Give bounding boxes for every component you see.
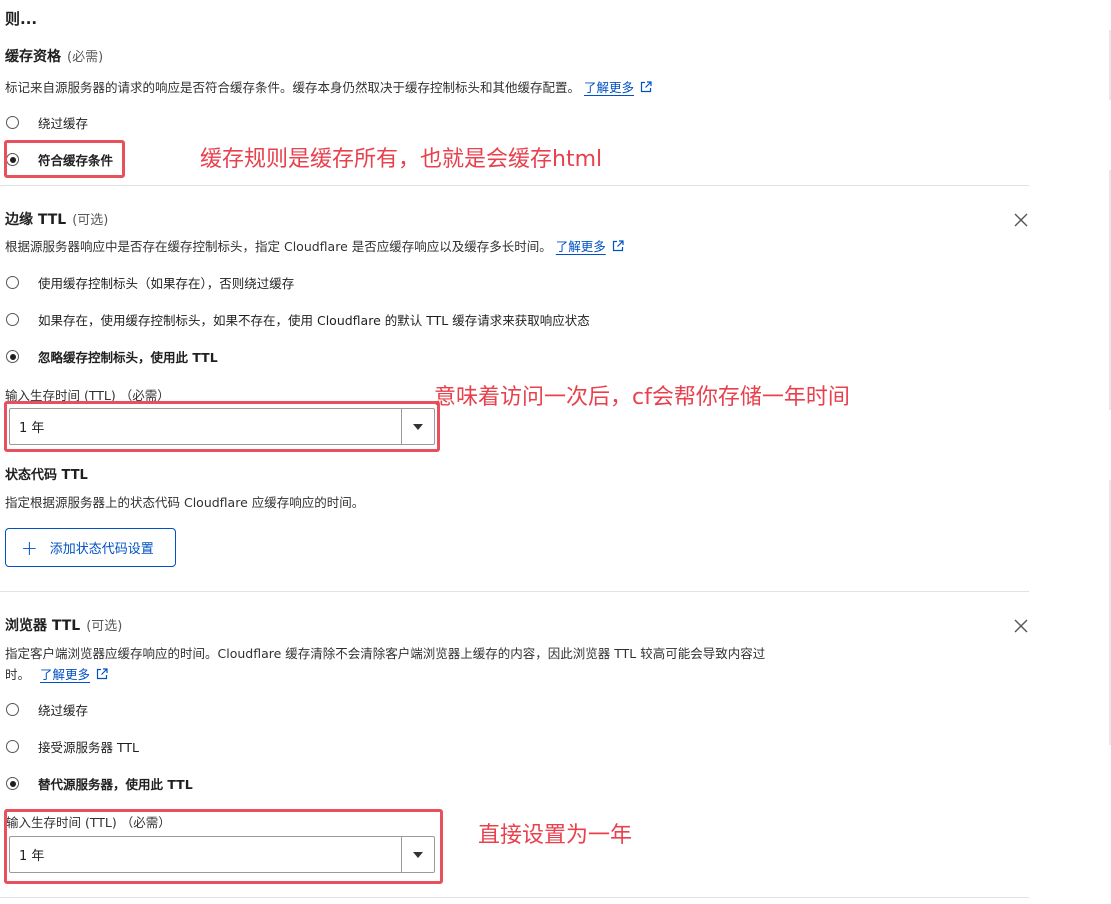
cache-eligibility-title: 缓存资格 (必需) — [5, 46, 103, 66]
radio-bypass-cache[interactable]: 绕过缓存 — [6, 113, 88, 132]
cache-eligibility-description: 标记来自源服务器的请求的响应是否符合缓存条件。缓存本身仍然取决于缓存控制标头和其… — [5, 77, 652, 96]
radio-label: 绕过缓存 — [38, 116, 89, 131]
browser-ttl-description-line1: 指定客户端浏览器应缓存响应的时间。Cloudflare 缓存清除不会清除客户端浏… — [5, 646, 766, 661]
learn-more-link[interactable]: 了解更多 — [40, 667, 90, 682]
section-title: 浏览器 TTL — [5, 618, 81, 634]
radio-bypass-cache[interactable]: 绕过缓存 — [6, 700, 88, 719]
status-code-ttl-description: 指定根据源服务器上的状态代码 Cloudflare 应缓存响应的时间。 — [5, 495, 365, 510]
external-link-icon[interactable] — [96, 668, 108, 682]
radio-button[interactable] — [6, 350, 19, 363]
browser-ttl-title: 浏览器 TTL (可选) — [5, 615, 122, 635]
radio-label: 使用缓存控制标头（如果存在），否则绕过缓存 — [38, 276, 295, 291]
radio-label: 如果存在，使用缓存控制标头，如果不存在，使用 Cloudflare 的默认 TT… — [38, 313, 590, 328]
section-divider — [0, 185, 1029, 186]
required-tag: (必需) — [67, 50, 104, 65]
add-status-code-button[interactable]: + 添加状态代码设置 — [5, 528, 176, 567]
radio-button[interactable] — [6, 313, 19, 326]
radio-override-origin[interactable]: 替代源服务器，使用此 TTL — [6, 774, 193, 793]
status-code-ttl-title: 状态代码 TTL — [5, 468, 88, 483]
section-divider — [0, 591, 1029, 592]
radio-button[interactable] — [6, 703, 19, 716]
section-title: 边缘 TTL — [5, 212, 67, 228]
radio-use-cache-control[interactable]: 使用缓存控制标头（如果存在），否则绕过缓存 — [6, 273, 294, 292]
optional-tag: (可选) — [72, 213, 109, 228]
button-label: 添加状态代码设置 — [49, 542, 154, 557]
radio-label: 绕过缓存 — [38, 703, 89, 718]
external-link-icon[interactable] — [640, 81, 652, 95]
section-title: 缓存资格 — [5, 49, 61, 65]
radio-ignore-cache-control[interactable]: 忽略缓存控制标头，使用此 TTL — [6, 347, 218, 366]
radio-label: 替代源服务器，使用此 TTL — [38, 777, 193, 792]
highlight-box — [4, 809, 443, 884]
radio-label: 忽略缓存控制标头，使用此 TTL — [38, 350, 218, 365]
radio-button[interactable] — [6, 276, 19, 289]
annotation-note: 直接设置为一年 — [478, 823, 633, 848]
highlight-box — [4, 140, 125, 178]
radio-label: 接受源服务器 TTL — [38, 740, 139, 755]
top-title: 则... — [5, 10, 38, 28]
description-text: 根据源服务器响应中是否存在缓存控制标头，指定 Cloudflare 是否应缓存响… — [5, 239, 552, 254]
highlight-box — [4, 401, 440, 452]
optional-tag: (可选) — [86, 619, 123, 634]
radio-button[interactable] — [6, 777, 19, 790]
radio-use-default-ttl[interactable]: 如果存在，使用缓存控制标头，如果不存在，使用 Cloudflare 的默认 TT… — [6, 310, 590, 329]
edge-ttl-title: 边缘 TTL (可选) — [5, 209, 108, 229]
annotation-note: 缓存规则是缓存所有，也就是会缓存html — [200, 147, 603, 172]
close-icon[interactable] — [1013, 212, 1029, 228]
radio-button[interactable] — [6, 116, 19, 129]
close-icon[interactable] — [1013, 618, 1029, 634]
edge-ttl-description: 根据源服务器响应中是否存在缓存控制标头，指定 Cloudflare 是否应缓存响… — [5, 236, 624, 255]
learn-more-link[interactable]: 了解更多 — [584, 80, 634, 95]
browser-ttl-description-line2: 时。 了解更多 — [5, 664, 108, 683]
description-text: 时。 — [5, 667, 31, 682]
radio-button[interactable] — [6, 740, 19, 753]
description-text: 标记来自源服务器的请求的响应是否符合缓存条件。缓存本身仍然取决于缓存控制标头和其… — [5, 80, 581, 95]
learn-more-link[interactable]: 了解更多 — [556, 239, 606, 254]
section-divider — [0, 897, 1029, 898]
plus-icon: + — [21, 535, 38, 560]
radio-respect-origin-ttl[interactable]: 接受源服务器 TTL — [6, 737, 139, 756]
annotation-note: 意味着访问一次后，cf会帮你存储一年时间 — [434, 385, 850, 410]
external-link-icon[interactable] — [612, 240, 624, 254]
